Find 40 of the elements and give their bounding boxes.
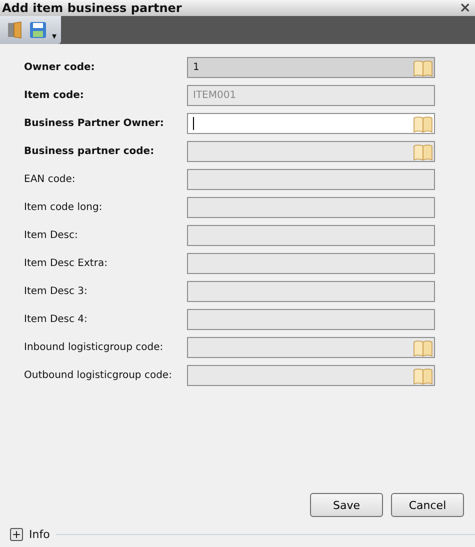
field-label: Item Desc: xyxy=(24,230,79,241)
field-label: Business Partner Owner: xyxy=(24,118,165,129)
field-label: Item Desc Extra: xyxy=(24,258,108,269)
section-title: Info xyxy=(29,528,50,541)
book-icon[interactable] xyxy=(413,142,433,160)
book-icon[interactable] xyxy=(413,338,433,356)
expand-toggle[interactable]: + xyxy=(10,528,23,541)
dialog-button[interactable]: Cancel xyxy=(391,493,464,517)
field-label: Inbound logisticgroup code: xyxy=(24,342,164,353)
save-icon[interactable] xyxy=(29,21,47,39)
field-label: Outbound logisticgroup code: xyxy=(24,370,173,381)
input-field[interactable] xyxy=(187,253,435,274)
book-icon[interactable] xyxy=(413,114,433,132)
input-field[interactable] xyxy=(187,281,435,302)
input-field[interactable] xyxy=(187,365,435,386)
input-field[interactable] xyxy=(187,169,435,190)
window-title: Add item business partner xyxy=(2,1,182,15)
input-field[interactable] xyxy=(187,141,435,162)
close-button[interactable]: × xyxy=(459,0,471,16)
input-field[interactable] xyxy=(187,197,435,218)
field-label: Business partner code: xyxy=(24,146,156,157)
dialog-button[interactable]: Save xyxy=(310,493,383,517)
book-icon[interactable] xyxy=(413,366,433,384)
field-label: Item code long: xyxy=(24,202,104,213)
text-cursor xyxy=(193,117,194,130)
dropdown-arrow[interactable]: ▾ xyxy=(52,32,57,42)
field-label: Item Desc 3: xyxy=(24,286,88,297)
book-icon[interactable] xyxy=(413,58,433,76)
field-label: EAN code: xyxy=(24,174,76,185)
door-icon[interactable] xyxy=(6,21,24,39)
input-field[interactable] xyxy=(187,225,435,246)
field-label: Item code: xyxy=(24,90,85,101)
input-field[interactable] xyxy=(187,337,435,358)
field-value: 1 xyxy=(193,62,200,73)
field-value: ITEM001 xyxy=(193,90,238,101)
input-field[interactable]: 1 xyxy=(187,57,435,78)
field-label: Owner code: xyxy=(24,62,96,73)
field-label: Item Desc 4: xyxy=(24,314,88,325)
input-field[interactable] xyxy=(187,113,435,134)
input-field[interactable] xyxy=(187,309,435,330)
